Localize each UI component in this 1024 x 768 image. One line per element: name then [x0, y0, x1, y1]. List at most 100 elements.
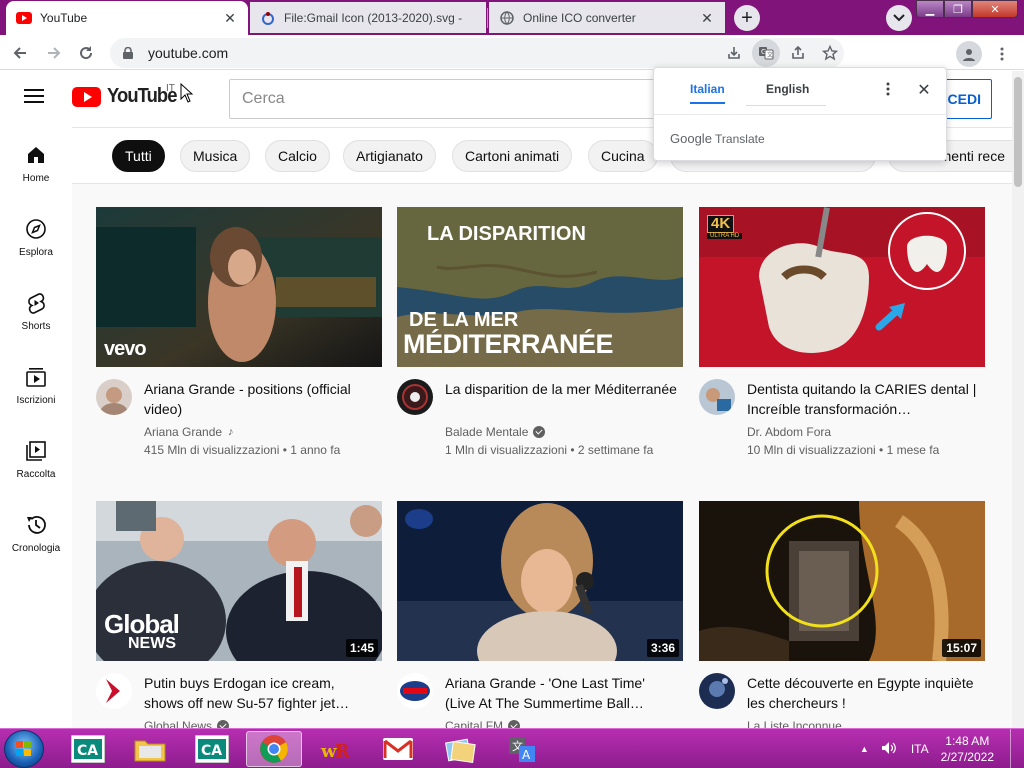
channel-name[interactable]: Dr. Abdom Fora [747, 425, 831, 439]
kebab-menu-icon[interactable] [886, 82, 898, 100]
restore-button[interactable]: ❐ [944, 0, 972, 18]
browser-tab-strip: YouTube ✕ File:Gmail Icon (2013-2020).sv… [0, 0, 1024, 35]
taskbar-app-photos[interactable] [432, 731, 488, 767]
video-thumbnail[interactable]: LA DISPARITION DE LA MER MÉDITERRANÉE [397, 207, 683, 367]
close-tab-icon[interactable]: ✕ [699, 10, 715, 26]
video-card[interactable]: 3:36 Ariana Grande - 'One Last Time' (Li… [397, 501, 683, 728]
profile-avatar-icon[interactable] [956, 41, 982, 67]
menu-hamburger-icon[interactable] [24, 88, 48, 112]
chip-artigianato[interactable]: Artigianato [343, 140, 436, 172]
video-thumbnail[interactable]: 3:36 [397, 501, 683, 661]
chip-musica[interactable]: Musica [180, 140, 251, 172]
chip-cartoni-animati[interactable]: Cartoni animati [452, 140, 573, 172]
youtube-page: YouTube IT Cerca ACCEDI Home Esplora Sho… [0, 71, 1012, 728]
sidebar-item-subscriptions[interactable]: Iscrizioni [0, 349, 72, 423]
volume-icon[interactable] [881, 741, 897, 758]
sidebar-item-shorts[interactable]: Shorts [0, 275, 72, 349]
close-tab-icon[interactable]: ✕ [222, 10, 238, 26]
channel-avatar[interactable] [397, 673, 433, 709]
video-title[interactable]: Putin buys Erdogan ice cream, shows off … [144, 673, 376, 713]
tab-youtube[interactable]: YouTube ✕ [6, 1, 248, 35]
channel-avatar[interactable] [397, 379, 433, 415]
chip-tutti[interactable]: Tutti [112, 140, 165, 172]
close-icon[interactable]: ✕ [916, 80, 932, 99]
globe-favicon-icon [499, 10, 515, 26]
translate-icon[interactable]: G文 [752, 39, 780, 67]
taskbar-app-credit-agricole-2[interactable]: CA [184, 731, 240, 767]
video-stats: 1 Mln di visualizzazioni • 2 settimane f… [445, 443, 654, 457]
tab-search-button[interactable] [886, 5, 912, 31]
sidebar-label: Shorts [21, 321, 51, 332]
install-app-icon[interactable] [720, 39, 748, 67]
start-orb-icon[interactable] [4, 730, 44, 768]
taskbar-app-credit-agricole[interactable]: CA [60, 731, 116, 767]
close-window-button[interactable]: ✕ [972, 0, 1018, 18]
channel-avatar[interactable] [699, 379, 735, 415]
channel-avatar[interactable] [96, 673, 132, 709]
video-thumbnail[interactable]: 4K ULTRA HD [699, 207, 985, 367]
show-hidden-icons-icon[interactable]: ▲ [860, 744, 869, 754]
new-tab-button[interactable]: + [734, 5, 760, 31]
channel-avatar[interactable] [96, 379, 132, 415]
channel-avatar[interactable] [699, 673, 735, 709]
channel-name[interactable]: La Liste Inconnue [747, 719, 842, 728]
scrollbar-thumb[interactable] [1014, 77, 1022, 187]
video-card[interactable]: Global NEWS 1:45 Putin buys Erdogan ice … [96, 501, 382, 728]
reload-button[interactable] [74, 41, 98, 65]
region-code: IT [166, 83, 175, 94]
sidebar-item-history[interactable]: Cronologia [0, 497, 72, 571]
video-title[interactable]: Ariana Grande - positions (official vide… [144, 379, 376, 419]
channel-name[interactable]: Ariana Grande ♪ [144, 425, 234, 439]
back-button[interactable] [8, 41, 32, 65]
chip-cucina[interactable]: Cucina [588, 140, 658, 172]
video-title[interactable]: Ariana Grande - 'One Last Time' (Live At… [445, 673, 677, 713]
minimize-button[interactable]: ▁ [916, 0, 944, 18]
video-card[interactable]: 4K ULTRA HD Dentista quitando la CARIES … [699, 207, 985, 467]
show-desktop-button[interactable] [1010, 729, 1024, 768]
input-language[interactable]: ITA [911, 742, 929, 756]
google-translate-brand: Google Translate [670, 131, 765, 146]
video-title[interactable]: Cette découverte en Egypte inquiète les … [747, 673, 979, 713]
search-input[interactable]: Cerca [229, 79, 669, 119]
taskbar-app-chrome[interactable] [246, 731, 302, 767]
translate-source-lang[interactable]: Italian [690, 82, 725, 104]
tab-ico-converter[interactable]: Online ICO converter ✕ [489, 2, 725, 33]
video-title[interactable]: Dentista quitando la CARIES dental | Inc… [747, 379, 979, 419]
taskbar-app-gmail[interactable] [370, 731, 426, 767]
video-thumbnail[interactable]: vevo [96, 207, 382, 367]
folder-icon [134, 740, 166, 762]
forward-button[interactable] [42, 41, 66, 65]
bookmark-star-icon[interactable] [816, 39, 844, 67]
video-thumbnail[interactable]: 15:07 [699, 501, 985, 661]
taskbar-app-wr[interactable]: wR [308, 731, 364, 767]
channel-name[interactable]: Global News [144, 719, 230, 728]
page-scrollbar[interactable] [1012, 71, 1024, 728]
clock[interactable]: 1:48 AM 2/27/2022 [941, 733, 994, 765]
clock-date: 2/27/2022 [940, 750, 994, 764]
video-card[interactable]: 15:07 Cette découverte en Egypte inquièt… [699, 501, 985, 728]
video-card[interactable]: LA DISPARITION DE LA MER MÉDITERRANÉE La… [397, 207, 683, 467]
lock-icon[interactable] [120, 45, 136, 61]
home-icon [24, 143, 48, 167]
video-thumbnail[interactable]: Global NEWS 1:45 [96, 501, 382, 661]
shorts-icon [24, 291, 48, 315]
mouse-cursor-icon [180, 83, 194, 103]
channel-name-text: Balade Mentale [445, 425, 529, 439]
video-card[interactable]: vevo Ariana Grande - positions (official… [96, 207, 382, 467]
kebab-menu-icon[interactable] [988, 40, 1016, 68]
sidebar-item-home[interactable]: Home [0, 127, 72, 201]
sidebar-item-library[interactable]: Raccolta [0, 423, 72, 497]
sidebar-item-explore[interactable]: Esplora [0, 201, 72, 275]
translate-target-lang[interactable]: English [766, 82, 809, 104]
chip-calcio[interactable]: Calcio [265, 140, 330, 172]
taskbar-app-explorer[interactable] [122, 731, 178, 767]
channel-name[interactable]: Balade Mentale [445, 425, 546, 439]
tab-gmail-icon-file[interactable]: File:Gmail Icon (2013-2020).svg - [250, 2, 486, 33]
taskbar-app-translate[interactable]: 文A [494, 731, 550, 767]
sidebar-label: Cronologia [11, 543, 61, 554]
video-title[interactable]: La disparition de la mer Méditerranée [445, 379, 677, 399]
share-icon[interactable] [784, 39, 812, 67]
channel-name[interactable]: Capital FM [445, 719, 521, 728]
address-bar[interactable]: youtube.com G文 [110, 38, 844, 68]
youtube-logo[interactable]: YouTube [72, 85, 180, 108]
